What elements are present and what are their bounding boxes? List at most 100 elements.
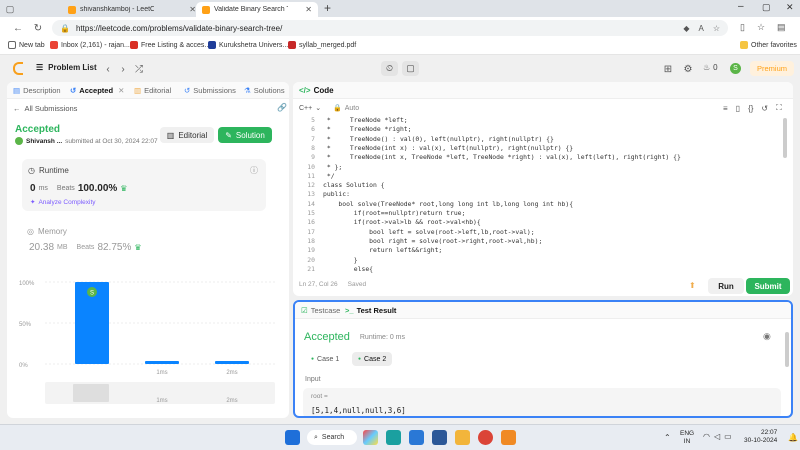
bookmark-icon[interactable]: ▯	[736, 104, 740, 113]
code-line[interactable]: 12 class Solution {	[293, 181, 783, 190]
code-line[interactable]: 11 */	[293, 172, 783, 181]
close-tab-icon[interactable]: ✕	[118, 86, 124, 95]
notification-bell-icon[interactable]: 🔔	[788, 433, 798, 442]
browser-tab-profile[interactable]: shivanshkamboj - LeetCode Profi ✕	[62, 2, 202, 17]
language-select[interactable]: C++ ⌄	[299, 104, 321, 113]
upload-icon[interactable]: ⬆	[689, 281, 696, 290]
result-scrollbar[interactable]	[785, 332, 789, 367]
copilot-icon[interactable]	[363, 430, 378, 445]
code-line[interactable]: 19 return left&&right;	[293, 246, 783, 255]
code-editor[interactable]: 5 * TreeNode *left; 6 * TreeNode *right; 7…	[293, 116, 783, 274]
extension-icon[interactable]: ◆	[683, 24, 689, 33]
system-tray[interactable]: ◠ ◁ ▭	[703, 432, 732, 441]
windows-start-icon[interactable]	[285, 430, 300, 445]
submit-button[interactable]: Submit	[746, 278, 790, 294]
editorial-button[interactable]: ▥ Editorial	[160, 127, 214, 143]
code-line[interactable]: 16 if(root->val>lb && root->val<hb){	[293, 218, 783, 227]
avatar[interactable]: S	[730, 63, 741, 74]
all-submissions-link[interactable]: ← All Submissions	[13, 104, 77, 113]
tab-description[interactable]: ▤ Description	[13, 86, 61, 95]
close-tab-icon[interactable]: ✕	[189, 5, 196, 14]
next-problem-icon[interactable]: ›	[117, 63, 129, 75]
new-tab-button[interactable]: +	[324, 1, 331, 15]
editor-scrollbar[interactable]	[783, 118, 787, 158]
code-line[interactable]: 5 * TreeNode *left;	[293, 116, 783, 125]
premium-button[interactable]: Premium	[750, 61, 794, 76]
code-line[interactable]: 18 bool right = solve(root->right,root->…	[293, 237, 783, 246]
tab-test-result[interactable]: >_ Test Result	[345, 306, 396, 315]
chevron-up-icon[interactable]: ⌃	[664, 433, 671, 442]
vlc-icon[interactable]	[501, 430, 516, 445]
code-line[interactable]: 20 }	[293, 256, 783, 265]
tab-solutions[interactable]: ⚗ Solutions	[244, 86, 285, 95]
code-line[interactable]: 6 * TreeNode *right;	[293, 125, 783, 134]
notes-icon[interactable]: ▢	[402, 61, 419, 76]
collections-icon[interactable]: ▤	[777, 22, 786, 33]
code-line[interactable]: 15 if(root==nullptr)return true;	[293, 209, 783, 218]
bookmark-inbox[interactable]: Inbox (2,161) - rajan...	[50, 41, 130, 49]
refresh-icon[interactable]: ↻	[32, 22, 44, 34]
fullscreen-icon[interactable]: ⛶	[776, 103, 782, 113]
tab-actions-icon[interactable]: ▢	[4, 3, 16, 15]
taskbar-search[interactable]: ⌕ Search	[307, 430, 357, 445]
favorites-icon[interactable]: ☆	[757, 22, 765, 33]
favorite-star-icon[interactable]: ☆	[713, 24, 720, 33]
browser-tab-active[interactable]: Validate Binary Search Tree - Leet ✕	[196, 2, 318, 17]
memory-value-row[interactable]: 20.38 MB Beats 82.75% ♛	[29, 242, 142, 253]
prev-problem-icon[interactable]: ‹	[102, 63, 114, 75]
vscode-icon[interactable]	[409, 430, 424, 445]
case-2-tab[interactable]: ● Case 2	[352, 352, 393, 366]
store-icon[interactable]	[432, 430, 447, 445]
close-window-icon[interactable]: ✕	[786, 2, 794, 13]
shuffle-icon[interactable]: ⤮	[133, 63, 145, 75]
file-explorer-icon[interactable]	[455, 430, 470, 445]
debug-icon[interactable]: ⏲	[381, 61, 398, 76]
solution-button[interactable]: ✎ Solution	[218, 127, 272, 143]
clock[interactable]: 22:07 30-10-2024	[744, 429, 777, 445]
read-aloud-icon[interactable]: A	[698, 24, 703, 33]
split-screen-icon[interactable]: ▯	[740, 22, 745, 33]
layout-icon[interactable]: ⊞	[662, 63, 674, 75]
tab-submissions[interactable]: ↺ Submissions	[184, 86, 236, 95]
code-line[interactable]: 7 * TreeNode() : val(0), left(nullptr), …	[293, 135, 783, 144]
leetcode-logo-icon[interactable]	[13, 62, 23, 75]
restore-icon[interactable]: ▢	[762, 2, 771, 13]
run-button[interactable]: Run	[708, 278, 744, 294]
streak-counter[interactable]: ♨ 0	[703, 63, 718, 72]
code-line[interactable]: 14 bool solve(TreeNode* root,long long i…	[293, 200, 783, 209]
bookmark-new-tab[interactable]: New tab	[8, 41, 45, 49]
link-icon[interactable]: 🔗	[277, 103, 287, 112]
chart-bar[interactable]	[145, 361, 179, 364]
tab-testcase[interactable]: ☑ Testcase	[301, 306, 340, 315]
code-line[interactable]: 21 else{	[293, 265, 783, 274]
back-arrow-icon[interactable]: ←	[12, 22, 24, 34]
bookmark-syllabus[interactable]: syllab_merged.pdf	[288, 41, 356, 49]
edge-browser-icon[interactable]	[386, 430, 401, 445]
reset-icon[interactable]: ↺	[761, 104, 768, 113]
language-indicator[interactable]: ENG IN	[680, 430, 694, 446]
code-line[interactable]: 8 * TreeNode(int x) : val(x), left(nullp…	[293, 144, 783, 153]
bookmark-free-listing[interactable]: Free Listing & acces...	[130, 41, 210, 49]
close-tab-icon[interactable]: ✕	[305, 5, 312, 14]
code-tab[interactable]: </> Code	[299, 86, 334, 95]
url-field[interactable]: 🔒 https://leetcode.com/problems/validate…	[52, 20, 728, 36]
tab-accepted[interactable]: ↺ Accepted ✕	[70, 86, 124, 95]
code-line[interactable]: 17 bool left = solve(root->left,lb,root-…	[293, 228, 783, 237]
code-line[interactable]: 13 public:	[293, 190, 783, 199]
chrome-icon[interactable]	[478, 430, 493, 445]
code-line[interactable]: 9 * TreeNode(int x, TreeNode *left, Tree…	[293, 153, 783, 162]
info-icon[interactable]: ⓘ	[250, 165, 258, 176]
auto-mode-toggle[interactable]: 🔒 Auto	[333, 104, 359, 113]
braces-icon[interactable]: {}	[748, 104, 753, 113]
code-line[interactable]: 10 * };	[293, 163, 783, 172]
case-1-tab[interactable]: ● Case 1	[305, 352, 345, 366]
problem-list-button[interactable]: ☰ Problem List	[36, 63, 97, 72]
settings-gear-icon[interactable]: ⚙	[682, 63, 694, 75]
chart-bar[interactable]	[215, 361, 249, 364]
format-icon[interactable]: ≡	[723, 104, 728, 113]
submitter-name[interactable]: Shivansh ...	[26, 138, 62, 145]
bookmark-kurukshetra[interactable]: Kurukshetra Univers...	[208, 41, 288, 49]
tab-editorial[interactable]: ▥ Editorial	[134, 86, 171, 95]
analyze-complexity-link[interactable]: ✦ Analyze Complexity	[30, 198, 96, 207]
eye-icon[interactable]: ◉	[763, 331, 771, 342]
